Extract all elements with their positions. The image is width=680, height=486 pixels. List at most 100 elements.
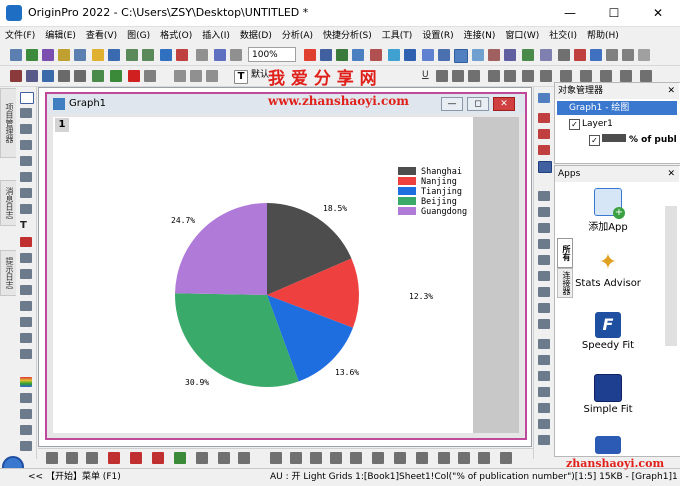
menu-graph[interactable]: 图(G) bbox=[122, 27, 155, 45]
line-width-icon[interactable] bbox=[580, 70, 592, 82]
hand-icon[interactable] bbox=[20, 301, 32, 311]
arrange-icon-5[interactable] bbox=[538, 255, 550, 265]
new-notes-icon[interactable] bbox=[74, 49, 86, 61]
arrange-icon-9[interactable] bbox=[538, 319, 550, 329]
minimize-button[interactable]: — bbox=[548, 0, 592, 26]
insert-table-icon[interactable] bbox=[20, 409, 32, 419]
align-left-icon[interactable] bbox=[538, 339, 550, 349]
bottom-tool-11-icon[interactable] bbox=[270, 452, 282, 464]
menu-preferences[interactable]: 设置(R) bbox=[417, 27, 458, 45]
tree-item-plot[interactable]: ✓% of publi bbox=[589, 133, 677, 147]
copy-page-icon[interactable] bbox=[230, 49, 242, 61]
menu-gadgets[interactable]: 快捷分析(S) bbox=[318, 27, 377, 45]
import-icon[interactable] bbox=[126, 49, 138, 61]
menu-format[interactable]: 格式(O) bbox=[155, 27, 197, 45]
apps-tab-connectors[interactable]: 连接器 bbox=[557, 268, 573, 298]
arrange-icon-4[interactable] bbox=[538, 239, 550, 249]
insert-equation-icon[interactable] bbox=[20, 425, 32, 435]
graph-page[interactable]: 18.5% 12.3% 13.6% 30.9% 24.7% Shanghai Nanjing… bbox=[53, 117, 473, 433]
plot-stat-icon[interactable] bbox=[110, 70, 122, 82]
cut-icon[interactable] bbox=[174, 70, 186, 82]
arrange-layers-icon[interactable] bbox=[504, 49, 516, 61]
graph-restore-button[interactable]: ◻ bbox=[467, 97, 489, 111]
app-add-app[interactable]: + 添加App bbox=[573, 188, 643, 233]
rectangle-icon[interactable] bbox=[20, 285, 32, 295]
new-graph-icon[interactable] bbox=[42, 49, 54, 61]
menu-insert[interactable]: 插入(I) bbox=[197, 27, 235, 45]
line-tool-icon[interactable] bbox=[20, 269, 32, 279]
bottom-tool-4-icon[interactable] bbox=[108, 452, 120, 464]
decrease-font-icon[interactable] bbox=[504, 70, 516, 82]
bottom-tool-5-icon[interactable] bbox=[130, 452, 142, 464]
insert-graph-icon[interactable] bbox=[20, 393, 32, 403]
legend-label-shanghai[interactable]: Shanghai bbox=[421, 167, 462, 177]
plot-line-icon[interactable] bbox=[10, 70, 22, 82]
duplicate-icon[interactable] bbox=[196, 49, 208, 61]
find-icon[interactable] bbox=[574, 49, 586, 61]
object-manager-icon[interactable] bbox=[606, 49, 618, 61]
align-bottom-icon[interactable] bbox=[538, 419, 550, 429]
legend-label-tianjing[interactable]: Tianjing bbox=[421, 187, 462, 197]
plot-scatter-icon[interactable] bbox=[26, 70, 38, 82]
legend-label-nanjing[interactable]: Nanjing bbox=[421, 177, 457, 187]
add-legend-icon[interactable] bbox=[538, 161, 552, 173]
apps-scrollbar[interactable] bbox=[665, 206, 677, 346]
align-center-icon[interactable] bbox=[538, 355, 550, 365]
graph-tool-icon[interactable] bbox=[454, 49, 468, 63]
tab-messages-log[interactable]: 消息日志 bbox=[0, 180, 17, 226]
plot-template-icon[interactable] bbox=[92, 70, 104, 82]
slice-label-beijing[interactable]: 30.9% bbox=[185, 378, 209, 387]
lasso-icon[interactable] bbox=[20, 349, 32, 359]
bottom-tool-22-icon[interactable] bbox=[500, 452, 512, 464]
bottom-tool-10-icon[interactable] bbox=[238, 452, 250, 464]
insert-picture-icon[interactable] bbox=[20, 441, 32, 451]
menu-edit[interactable]: 编辑(E) bbox=[40, 27, 81, 45]
paste-icon[interactable] bbox=[206, 70, 218, 82]
drawing-icon[interactable] bbox=[20, 237, 32, 247]
tree-item-graph[interactable]: Graph1 - 绘图 bbox=[557, 101, 677, 115]
menu-social[interactable]: 社交(I) bbox=[544, 27, 582, 45]
bottom-tool-17-icon[interactable] bbox=[394, 452, 406, 464]
arrange-icon-7[interactable] bbox=[538, 287, 550, 297]
add-x-axis-icon[interactable] bbox=[538, 113, 550, 123]
bottom-tool-16-icon[interactable] bbox=[372, 452, 384, 464]
add-new-column-icon[interactable] bbox=[388, 49, 400, 61]
open-icon[interactable] bbox=[92, 49, 104, 61]
zoom-select[interactable]: 100% bbox=[248, 47, 296, 62]
plot-checkbox[interactable]: ✓ bbox=[589, 135, 600, 146]
apps-tab-all[interactable]: 所有 bbox=[557, 238, 573, 268]
new-project-icon[interactable] bbox=[10, 49, 22, 61]
layer-checkbox[interactable]: ✓ bbox=[569, 119, 580, 130]
fill-color-icon[interactable] bbox=[620, 70, 632, 82]
maximize-button[interactable]: ☐ bbox=[592, 0, 636, 26]
bottom-tool-21-icon[interactable] bbox=[478, 452, 490, 464]
code-builder-icon[interactable] bbox=[214, 49, 226, 61]
graph-window[interactable]: Graph1 — ◻ ✕ 18.5% 12.3% 13.6% 30.9% 24.7% Sh… bbox=[45, 92, 527, 440]
subscript-icon[interactable] bbox=[452, 70, 464, 82]
layer-icon-badge[interactable]: 1 bbox=[55, 118, 69, 132]
greek-icon[interactable] bbox=[468, 70, 480, 82]
pattern-icon[interactable] bbox=[640, 70, 652, 82]
move-icon[interactable] bbox=[20, 140, 32, 150]
menu-analysis[interactable]: 分析(A) bbox=[277, 27, 318, 45]
bottom-tool-13-icon[interactable] bbox=[310, 452, 322, 464]
app-stats-advisor[interactable]: ✦ Stats Advisor bbox=[573, 250, 643, 289]
pointer-icon[interactable] bbox=[20, 92, 34, 104]
bottom-tool-14-icon[interactable] bbox=[330, 452, 342, 464]
app-simple-fit[interactable]: Simple Fit bbox=[573, 374, 643, 415]
export-graph-icon[interactable] bbox=[522, 49, 534, 61]
align-top-icon[interactable] bbox=[538, 387, 550, 397]
menu-data[interactable]: 数据(D) bbox=[235, 27, 277, 45]
rescale-to-show-all-icon[interactable] bbox=[538, 93, 550, 103]
menu-connectivity[interactable]: 连接(N) bbox=[459, 27, 501, 45]
plot-contour-icon[interactable] bbox=[74, 70, 86, 82]
arrange-icon-6[interactable] bbox=[538, 271, 550, 281]
new-workbook-icon[interactable] bbox=[26, 49, 38, 61]
property-icon[interactable] bbox=[622, 49, 634, 61]
plot-column-icon[interactable] bbox=[42, 70, 54, 82]
panel-close-icon[interactable]: ✕ bbox=[667, 83, 675, 99]
apps-icon[interactable] bbox=[590, 49, 602, 61]
menu-file[interactable]: 文件(F) bbox=[0, 27, 40, 45]
underline-icon[interactable]: U bbox=[422, 70, 434, 82]
align-middle-icon[interactable] bbox=[538, 403, 550, 413]
